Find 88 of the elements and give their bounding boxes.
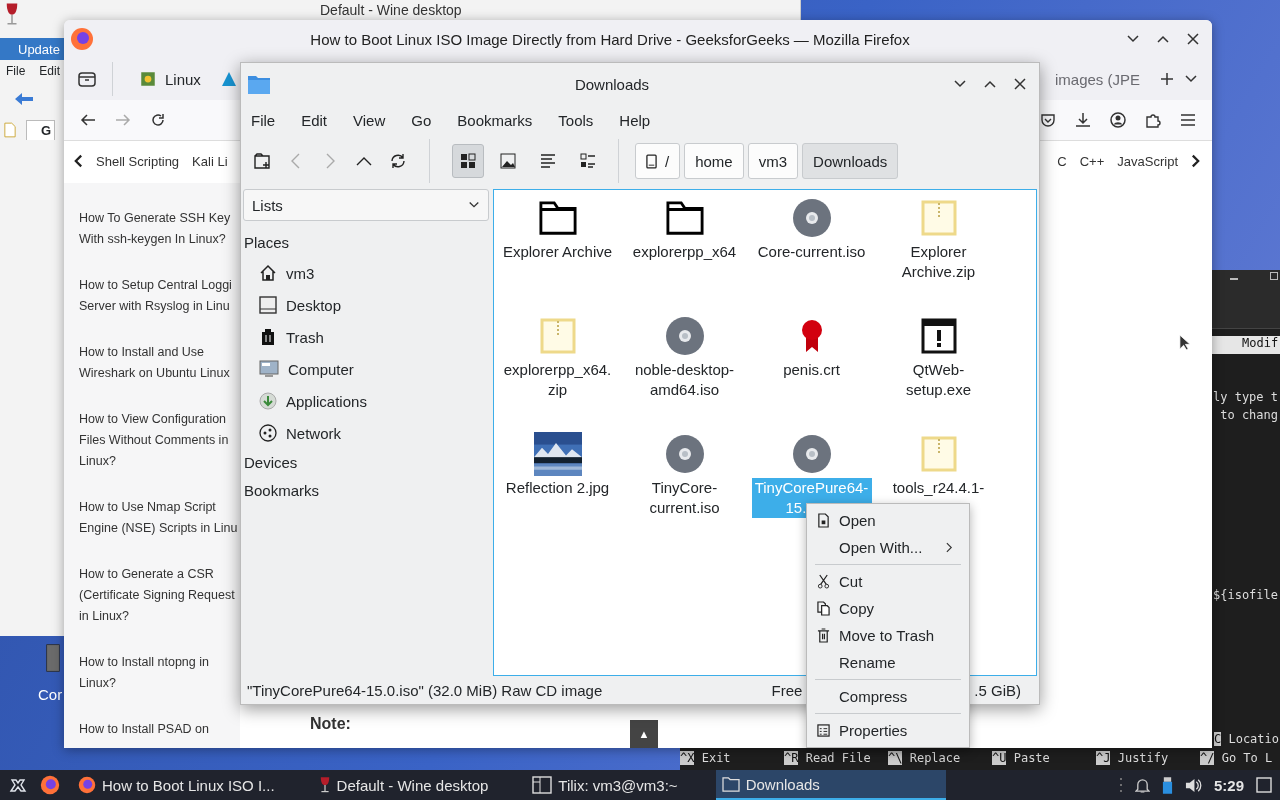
section-heading: Places bbox=[243, 233, 291, 253]
breadcrumb-button[interactable]: home bbox=[684, 143, 744, 179]
free-space-label: Free bbox=[771, 681, 803, 699]
tab[interactable]: G bbox=[26, 120, 56, 140]
file-name[interactable]: penis.crt bbox=[781, 360, 842, 380]
place-item[interactable]: Trash bbox=[243, 321, 489, 353]
article-link[interactable]: How to View Configuration Files Without Comments in Linux? bbox=[79, 409, 240, 472]
menu-item[interactable]: Tools bbox=[558, 111, 594, 129]
section-heading: Bookmarks bbox=[243, 481, 321, 501]
file-name[interactable]: QtWeb- setup.exe bbox=[903, 360, 973, 400]
place-label: Trash bbox=[286, 328, 324, 346]
window-title: Default - Wine desktop bbox=[320, 2, 462, 18]
file-name[interactable]: TinyCore- current.iso bbox=[647, 478, 722, 518]
taskbar-button[interactable]: Tilix: vm3@vm3:~ bbox=[526, 770, 684, 800]
place-item[interactable]: Desktop bbox=[243, 289, 489, 321]
menu-item[interactable]: Cut bbox=[807, 568, 969, 595]
free-space-text: .5 GiB) bbox=[974, 681, 1021, 699]
browser-tab[interactable]: Linux bbox=[129, 61, 211, 97]
menu-item[interactable]: Properties bbox=[807, 717, 969, 744]
terminal-text: to chang bbox=[1219, 408, 1279, 422]
article-link[interactable]: How to Setup Central Loggi Server with Rsyslog in Linu bbox=[79, 275, 240, 317]
shortcut-hint: ^\ Replace bbox=[888, 751, 962, 765]
breadcrumb-button[interactable]: Downloads bbox=[802, 143, 899, 179]
scroll-to-top-button[interactable]: ▲ bbox=[630, 720, 658, 748]
breadcrumb-button[interactable]: / bbox=[635, 143, 681, 179]
menu-item[interactable]: File bbox=[6, 64, 26, 78]
note-heading: Note: bbox=[310, 715, 351, 733]
shortcut-hint: ^U Paste bbox=[992, 751, 1051, 765]
menu-item[interactable]: Open With... bbox=[807, 534, 969, 561]
file-name[interactable]: noble-desktop- amd64.iso bbox=[632, 360, 737, 400]
menu-item[interactable]: Move to Trash bbox=[807, 622, 969, 649]
menu-item[interactable]: Bookmarks bbox=[457, 111, 533, 129]
breadcrumb-button[interactable]: vm3 bbox=[747, 143, 799, 179]
update-button[interactable]: Update bbox=[0, 38, 64, 60]
terminal-text: ly type t bbox=[1213, 390, 1279, 404]
place-label: Desktop bbox=[286, 296, 342, 314]
desktop-icon-label[interactable]: Cor bbox=[38, 686, 63, 703]
article-link[interactable]: How to Install PSAD on bbox=[79, 719, 240, 740]
terminal-text: ${isofile bbox=[1213, 588, 1279, 602]
clock: 5:29 bbox=[1213, 776, 1244, 794]
topic-link[interactable]: C++ bbox=[1079, 153, 1105, 169]
place-label: Applications bbox=[286, 392, 367, 410]
place-item[interactable]: vm3 bbox=[243, 257, 489, 289]
place-label: Network bbox=[286, 424, 341, 442]
browser-tab[interactable]: images (JPE bbox=[1044, 61, 1150, 97]
file-name[interactable]: Explorer Archive bbox=[500, 242, 615, 262]
article-link[interactable]: How To Generate SSH Key With ssh-keygen In Linux? bbox=[79, 208, 240, 250]
taskbar-button[interactable]: Downloads bbox=[715, 770, 946, 800]
place-item[interactable]: Applications bbox=[243, 385, 489, 417]
file-name[interactable]: Explorer Archive.zip bbox=[899, 242, 978, 282]
panel-dropdown[interactable]: Lists bbox=[243, 189, 489, 221]
article-link[interactable]: How to Use Nmap Script Engine (NSE) Scripts in Linu bbox=[79, 497, 240, 539]
article-link[interactable]: How to Install ntopng in Linux? bbox=[79, 652, 240, 694]
place-label: vm3 bbox=[286, 264, 315, 282]
window-title: Downloads bbox=[573, 75, 651, 93]
menu-item[interactable]: Go bbox=[411, 111, 432, 129]
editor-status-bar: Modif bbox=[1212, 336, 1280, 354]
topic-link[interactable]: C bbox=[1057, 153, 1067, 169]
menu-item[interactable]: Help bbox=[619, 111, 651, 129]
shortcut-hint: ^J Justify bbox=[1096, 751, 1170, 765]
topic-link[interactable]: Kali Li bbox=[192, 153, 228, 169]
topic-link[interactable]: JavaScript bbox=[1117, 153, 1178, 169]
window-title: How to Boot Linux ISO Image Directly from Hard Drive - GeeksforGeeks — Mozilla Firefox bbox=[309, 30, 911, 48]
menu-item[interactable]: Compress bbox=[807, 683, 969, 710]
file-name[interactable]: tools_r24.4.1- bbox=[890, 478, 987, 498]
menu-item[interactable]: View bbox=[353, 111, 386, 129]
menu-item[interactable]: Copy bbox=[807, 595, 969, 622]
menu-item[interactable]: File bbox=[251, 111, 276, 129]
shortcut-hint: C Locatio bbox=[1213, 732, 1280, 746]
menu-item[interactable]: Edit bbox=[301, 111, 328, 129]
file-name[interactable]: Reflection 2.jpg bbox=[503, 478, 612, 498]
file-name[interactable]: Core-current.iso bbox=[755, 242, 868, 262]
status-text: "TinyCorePure64-15.0.iso" (32.0 MiB) Raw CD image bbox=[247, 681, 603, 699]
file-name[interactable]: explorerpp_x64 bbox=[630, 242, 739, 262]
article-link[interactable]: How to Generate a CSR (Certificate Signing Request in Linux? bbox=[79, 564, 240, 627]
taskbar-button[interactable]: How to Boot Linux ISO I... bbox=[72, 770, 281, 800]
shortcut-hint: ^X Exit bbox=[680, 751, 732, 765]
section-heading: Devices bbox=[243, 453, 299, 473]
place-item[interactable]: Network bbox=[243, 417, 489, 449]
shortcut-hint: ^/ Go To L bbox=[1200, 751, 1273, 765]
article-link[interactable]: How to Install and Use Wireshark on Ubuntu Linux bbox=[79, 342, 240, 384]
place-label: Computer bbox=[288, 360, 354, 378]
menu-item[interactable]: Rename bbox=[807, 649, 969, 676]
place-item[interactable]: Computer bbox=[243, 353, 489, 385]
topic-link[interactable]: Shell Scripting bbox=[96, 153, 180, 169]
menu-item[interactable]: Edit bbox=[39, 64, 61, 78]
file-name[interactable]: explorerpp_x64. zip bbox=[501, 360, 614, 400]
taskbar-button[interactable]: Default - Wine desktop bbox=[312, 770, 495, 800]
